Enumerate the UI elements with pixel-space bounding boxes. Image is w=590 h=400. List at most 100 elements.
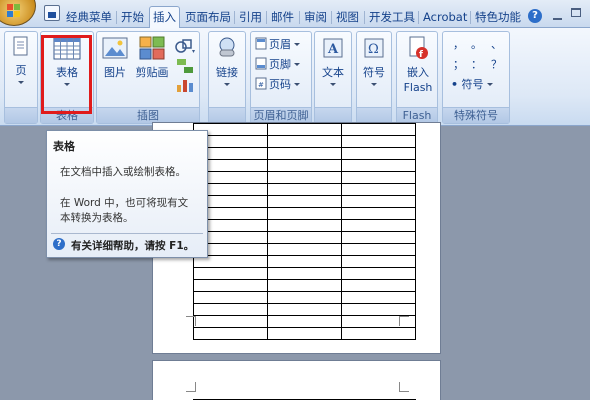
- footer-icon: [255, 57, 267, 70]
- tab-page-layout[interactable]: 页面布局: [182, 8, 234, 28]
- pages-button[interactable]: 页: [8, 36, 34, 84]
- table-cell[interactable]: [341, 183, 416, 196]
- group-label-symbols: [357, 107, 391, 123]
- tab-classic-menu[interactable]: 经典菜单: [63, 8, 115, 28]
- table-cell[interactable]: [341, 123, 416, 136]
- table-cell[interactable]: [193, 291, 268, 304]
- tooltip-description: 在 Word 中，也可将现有文: [60, 197, 189, 209]
- table-cell[interactable]: [267, 135, 342, 148]
- table-cell[interactable]: [267, 231, 342, 244]
- table-cell[interactable]: [341, 303, 416, 316]
- chart-icon[interactable]: [176, 77, 194, 93]
- table-cell[interactable]: [341, 327, 416, 340]
- symbol-question[interactable]: ？: [491, 56, 502, 74]
- symbols-button[interactable]: Ω 符号: [360, 36, 388, 86]
- table-cell[interactable]: [267, 207, 342, 220]
- page-number-button[interactable]: # 页码: [255, 76, 300, 94]
- table-cell[interactable]: [267, 171, 342, 184]
- table-row: [193, 207, 416, 220]
- table-cell[interactable]: [341, 267, 416, 280]
- table-row: [193, 171, 416, 184]
- table-row: [193, 159, 416, 172]
- table-cell[interactable]: [341, 195, 416, 208]
- table-cell[interactable]: [267, 279, 342, 292]
- table-cell[interactable]: [267, 267, 342, 280]
- office-button[interactable]: [0, 0, 36, 26]
- table-cell[interactable]: [341, 207, 416, 220]
- table-cell[interactable]: [267, 195, 342, 208]
- tab-home[interactable]: 开始: [116, 8, 147, 28]
- clipart-button[interactable]: 剪贴画: [134, 36, 170, 80]
- table-cell[interactable]: [267, 243, 342, 256]
- table-row: [193, 315, 416, 328]
- table-cell[interactable]: [341, 279, 416, 292]
- table-cell[interactable]: [193, 267, 268, 280]
- table-cell[interactable]: [267, 183, 342, 196]
- table-cell[interactable]: [267, 147, 342, 160]
- text-icon: A: [323, 38, 343, 58]
- footer-button[interactable]: 页脚: [255, 56, 300, 74]
- tab-special-features[interactable]: 特色功能: [470, 8, 524, 28]
- table-cell[interactable]: [341, 231, 416, 244]
- table-cell[interactable]: [341, 255, 416, 268]
- table-row: [193, 303, 416, 316]
- table-cell[interactable]: [267, 291, 342, 304]
- table-cell[interactable]: [341, 147, 416, 160]
- table-cell[interactable]: [193, 327, 268, 340]
- tab-references[interactable]: 引用: [234, 8, 265, 28]
- table-row: [193, 243, 416, 256]
- symbol-period[interactable]: 。: [471, 36, 482, 54]
- shapes-icon[interactable]: [174, 38, 196, 56]
- symbol-semicolon[interactable]: ；: [453, 56, 464, 74]
- smartart-icon[interactable]: [176, 58, 194, 74]
- chevron-down-icon: [371, 83, 377, 86]
- table-cell[interactable]: [341, 243, 416, 256]
- group-label-text: [315, 107, 351, 123]
- table-cell[interactable]: [341, 159, 416, 172]
- table-cell[interactable]: [341, 219, 416, 232]
- table-cell[interactable]: [267, 159, 342, 172]
- restore-icon[interactable]: [571, 8, 581, 17]
- svg-text:Ω: Ω: [368, 42, 379, 57]
- symbol-enum-comma[interactable]: 、: [491, 36, 502, 54]
- table-cell[interactable]: [267, 123, 342, 136]
- links-button[interactable]: 链接: [212, 36, 242, 86]
- table-cell[interactable]: [267, 219, 342, 232]
- group-label-flash: Flash: [397, 107, 437, 123]
- symbol-colon[interactable]: ：: [471, 56, 482, 74]
- table-cell[interactable]: [193, 315, 268, 328]
- table-row: [193, 183, 416, 196]
- help-icon[interactable]: ?: [528, 9, 542, 23]
- group-text: A 文本: [314, 31, 352, 124]
- tab-review[interactable]: 审阅: [299, 8, 330, 28]
- symbol-comma[interactable]: ，: [453, 36, 464, 54]
- header-button[interactable]: 页眉: [255, 36, 300, 54]
- tab-acrobat[interactable]: Acrobat: [417, 8, 470, 28]
- special-symbols-dropdown[interactable]: • 符号: [451, 76, 493, 94]
- chevron-down-icon: [224, 83, 230, 86]
- quick-access-save-icon[interactable]: [44, 5, 60, 21]
- table-cell[interactable]: [267, 303, 342, 316]
- table-cell[interactable]: [267, 255, 342, 268]
- minimize-icon[interactable]: [553, 11, 562, 20]
- page-icon: [13, 36, 28, 56]
- tab-view[interactable]: 视图: [331, 8, 362, 28]
- chevron-down-icon: [486, 83, 493, 86]
- table-cell[interactable]: [267, 327, 342, 340]
- tab-insert[interactable]: 插入: [149, 6, 180, 29]
- picture-button[interactable]: 图片: [100, 36, 130, 80]
- text-button[interactable]: A 文本: [318, 36, 348, 86]
- table-cell[interactable]: [341, 135, 416, 148]
- tab-mailings[interactable]: 邮件: [266, 8, 297, 28]
- table-cell[interactable]: [193, 303, 268, 316]
- flash-icon: f: [409, 36, 428, 60]
- embed-flash-button[interactable]: f 嵌入 Flash: [399, 36, 437, 95]
- table-cell[interactable]: [267, 315, 342, 328]
- group-label-special-symbols: 特殊符号: [443, 107, 509, 123]
- document-table[interactable]: [193, 123, 416, 340]
- table-cell[interactable]: [341, 291, 416, 304]
- table-cell[interactable]: [193, 279, 268, 292]
- table-row: [193, 327, 416, 340]
- tab-developer[interactable]: 开发工具: [364, 8, 418, 28]
- table-cell[interactable]: [341, 171, 416, 184]
